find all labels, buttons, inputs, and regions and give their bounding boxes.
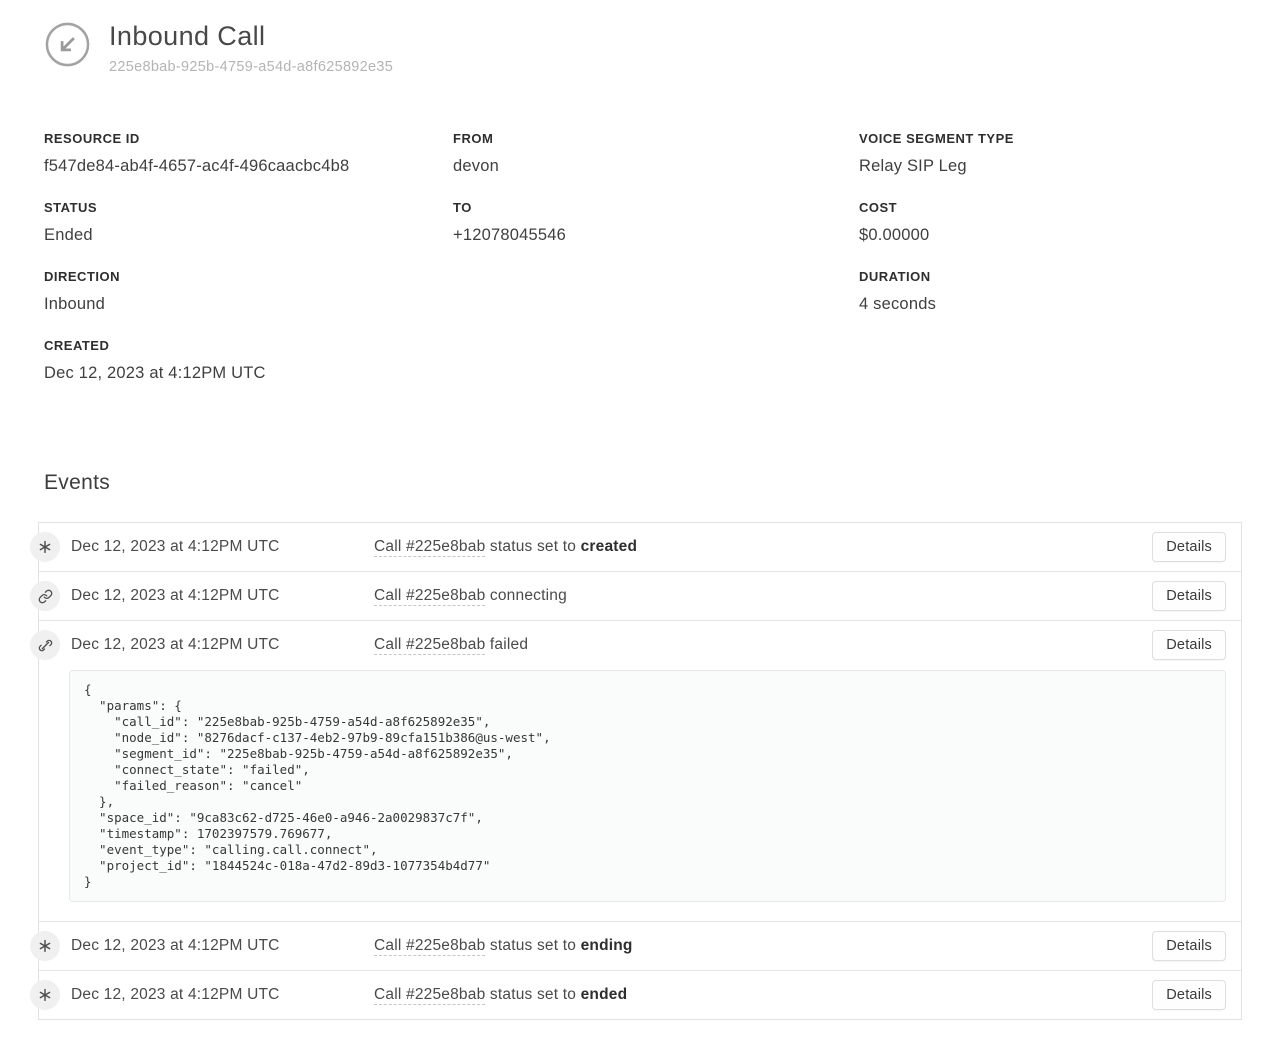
event-status: ended — [581, 986, 628, 1003]
details-button[interactable]: Details — [1152, 630, 1226, 660]
detail-value: f547de84-ab4f-4657-ac4f-496caacbc4b8 — [44, 157, 453, 176]
event-timestamp: Dec 12, 2023 at 4:12PM UTC — [71, 937, 374, 955]
event-status: created — [581, 538, 638, 555]
event-row-ended: Dec 12, 2023 at 4:12PM UTC Call #225e8ba… — [39, 970, 1241, 1019]
page-title: Inbound Call — [109, 21, 393, 52]
event-text: status set to — [485, 986, 580, 1003]
call-id-link[interactable]: Call #225e8bab — [374, 636, 485, 655]
event-text: failed — [485, 636, 528, 653]
detail-value: Relay SIP Leg — [859, 157, 1272, 176]
event-row-failed: Dec 12, 2023 at 4:12PM UTC Call #225e8ba… — [39, 620, 1241, 902]
detail-cost: COST $0.00000 — [859, 200, 1272, 245]
call-id-link[interactable]: Call #225e8bab — [374, 937, 485, 956]
details-column-2: FROM devon TO +12078045546 — [453, 131, 859, 407]
detail-resource-id: RESOURCE ID f547de84-ab4f-4657-ac4f-496c… — [44, 131, 453, 176]
detail-label: FROM — [453, 131, 859, 146]
link-icon — [30, 581, 60, 611]
call-id-link[interactable]: Call #225e8bab — [374, 587, 485, 606]
detail-value: Inbound — [44, 295, 453, 314]
event-row-connecting: Dec 12, 2023 at 4:12PM UTC Call #225e8ba… — [39, 571, 1241, 620]
call-id-link[interactable]: Call #225e8bab — [374, 986, 485, 1005]
details-column-1: RESOURCE ID f547de84-ab4f-4657-ac4f-496c… — [44, 131, 453, 407]
event-timestamp: Dec 12, 2023 at 4:12PM UTC — [71, 587, 374, 605]
inbound-call-icon — [44, 21, 91, 68]
event-timestamp: Dec 12, 2023 at 4:12PM UTC — [71, 986, 374, 1004]
detail-duration: DURATION 4 seconds — [859, 269, 1272, 314]
event-text: connecting — [485, 587, 566, 604]
event-row-created: Dec 12, 2023 at 4:12PM UTC Call #225e8ba… — [39, 523, 1241, 571]
detail-value: 4 seconds — [859, 295, 1272, 314]
broken-link-icon — [30, 630, 60, 660]
call-id-link[interactable]: Call #225e8bab — [374, 538, 485, 557]
details-column-3: VOICE SEGMENT TYPE Relay SIP Leg COST $0… — [859, 131, 1272, 407]
detail-label: VOICE SEGMENT TYPE — [859, 131, 1272, 146]
asterisk-icon — [30, 980, 60, 1010]
event-description: Call #225e8bab status set to ending — [374, 937, 1152, 955]
event-row-ending: Dec 12, 2023 at 4:12PM UTC Call #225e8ba… — [39, 921, 1241, 970]
events-heading: Events — [44, 471, 1272, 495]
event-description: Call #225e8bab connecting — [374, 587, 1152, 605]
event-status: ending — [581, 937, 633, 954]
event-description: Call #225e8bab failed — [374, 636, 1152, 654]
detail-value: $0.00000 — [859, 226, 1272, 245]
asterisk-icon — [30, 931, 60, 961]
detail-created: CREATED Dec 12, 2023 at 4:12PM UTC — [44, 338, 453, 383]
call-details-grid: RESOURCE ID f547de84-ab4f-4657-ac4f-496c… — [44, 131, 1272, 407]
detail-from: FROM devon — [453, 131, 859, 176]
detail-value: devon — [453, 157, 859, 176]
detail-direction: DIRECTION Inbound — [44, 269, 453, 314]
detail-label: CREATED — [44, 338, 453, 353]
detail-value: Dec 12, 2023 at 4:12PM UTC — [44, 364, 453, 383]
asterisk-icon — [30, 532, 60, 562]
event-timestamp: Dec 12, 2023 at 4:12PM UTC — [71, 538, 374, 556]
event-text: status set to — [485, 937, 580, 954]
details-button[interactable]: Details — [1152, 931, 1226, 961]
details-button[interactable]: Details — [1152, 532, 1226, 562]
detail-label: STATUS — [44, 200, 453, 215]
call-uuid: 225e8bab-925b-4759-a54d-a8f625892e35 — [109, 59, 393, 75]
event-description: Call #225e8bab status set to ended — [374, 986, 1152, 1004]
event-timestamp: Dec 12, 2023 at 4:12PM UTC — [71, 636, 374, 654]
details-button[interactable]: Details — [1152, 581, 1226, 611]
event-text: status set to — [485, 538, 580, 555]
detail-value: Ended — [44, 226, 453, 245]
event-payload-json: { "params": { "call_id": "225e8bab-925b-… — [69, 670, 1226, 902]
event-description: Call #225e8bab status set to created — [374, 538, 1152, 556]
events-list: Dec 12, 2023 at 4:12PM UTC Call #225e8ba… — [38, 522, 1242, 1020]
detail-voice-segment-type: VOICE SEGMENT TYPE Relay SIP Leg — [859, 131, 1272, 176]
detail-label: DURATION — [859, 269, 1272, 284]
page-header: Inbound Call 225e8bab-925b-4759-a54d-a8f… — [0, 0, 1272, 75]
detail-to: TO +12078045546 — [453, 200, 859, 245]
detail-label: COST — [859, 200, 1272, 215]
header-text: Inbound Call 225e8bab-925b-4759-a54d-a8f… — [109, 21, 393, 75]
detail-status: STATUS Ended — [44, 200, 453, 245]
detail-value: +12078045546 — [453, 226, 859, 245]
details-button[interactable]: Details — [1152, 980, 1226, 1010]
detail-label: RESOURCE ID — [44, 131, 453, 146]
detail-label: DIRECTION — [44, 269, 453, 284]
detail-label: TO — [453, 200, 859, 215]
